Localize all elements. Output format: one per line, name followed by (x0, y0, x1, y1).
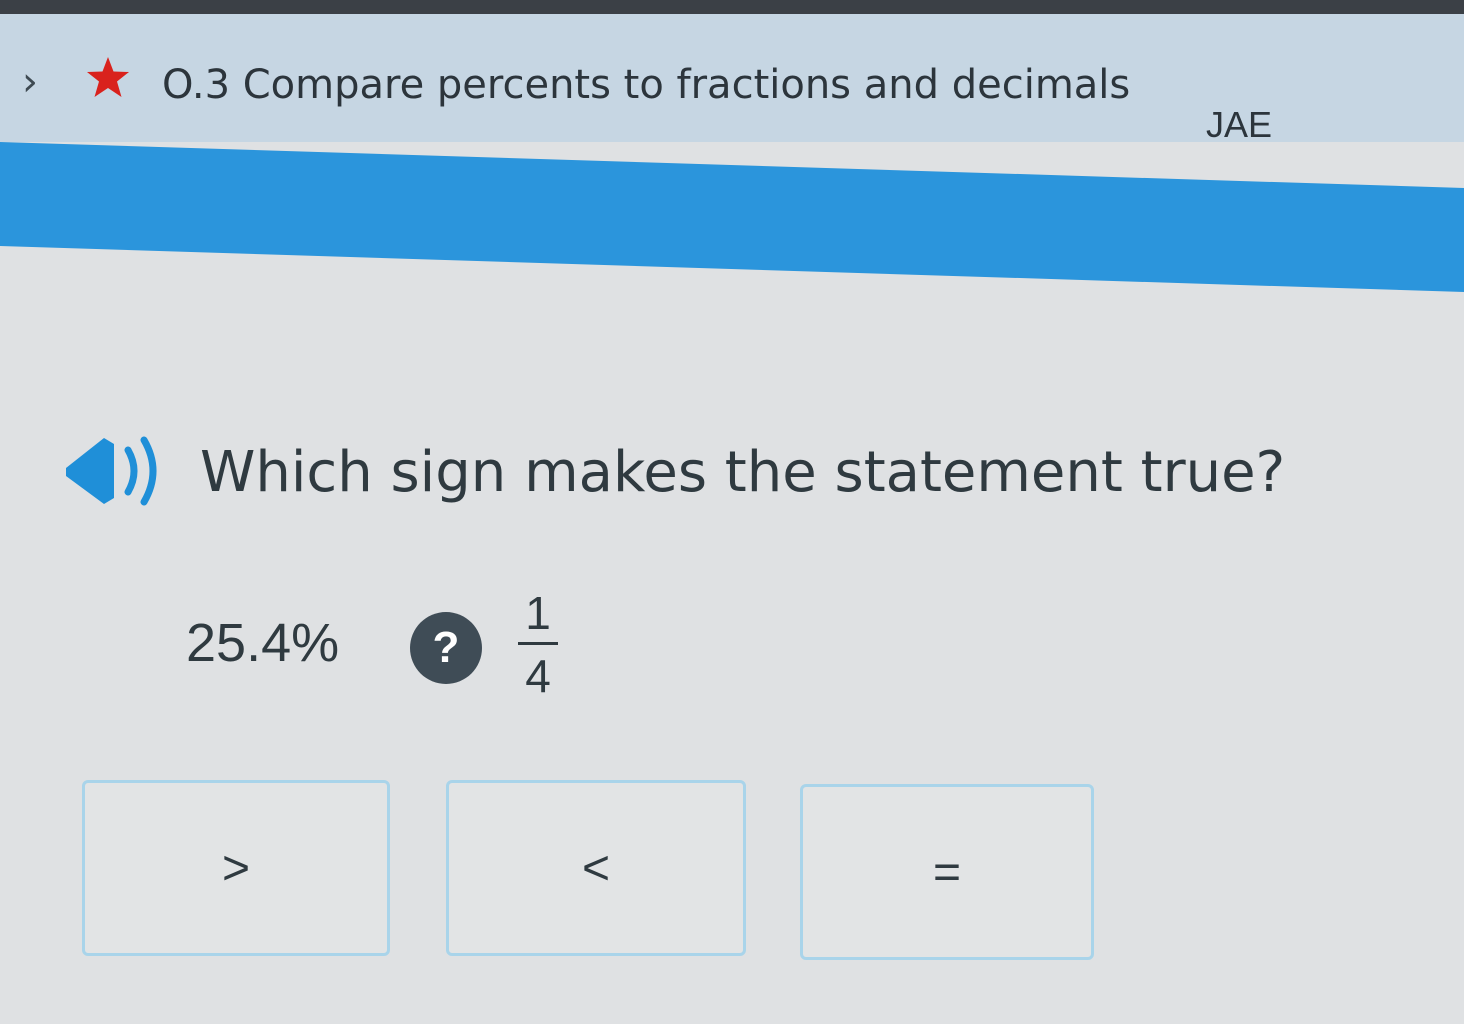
choice-equals-button[interactable]: = (800, 784, 1094, 960)
choice-greater-than-button[interactable]: > (82, 780, 390, 956)
fraction-numerator: 1 (525, 587, 551, 639)
choice-label: > (221, 841, 251, 895)
fraction-bar (518, 642, 558, 645)
screen-bezel (0, 0, 1464, 14)
left-value: 25.4% (186, 613, 340, 673)
skill-title: O.3 Compare percents to fractions and de… (162, 62, 1131, 108)
progress-band (0, 142, 1464, 293)
star-icon[interactable] (84, 54, 132, 102)
right-fraction: 1 4 (512, 588, 564, 701)
choice-label: = (932, 845, 962, 899)
question-text: Which sign makes the statement true? (200, 440, 1286, 505)
choice-label: < (581, 841, 611, 895)
skill-header: › O.3 Compare percents to fractions and … (0, 14, 1464, 145)
unknown-sign-badge: ? (410, 612, 482, 684)
fraction-denominator: 4 (525, 650, 551, 702)
choice-less-than-button[interactable]: < (446, 780, 746, 956)
chevron-right-icon[interactable]: › (22, 62, 38, 102)
user-code: JAE (1206, 104, 1273, 145)
speaker-icon[interactable] (62, 432, 166, 510)
